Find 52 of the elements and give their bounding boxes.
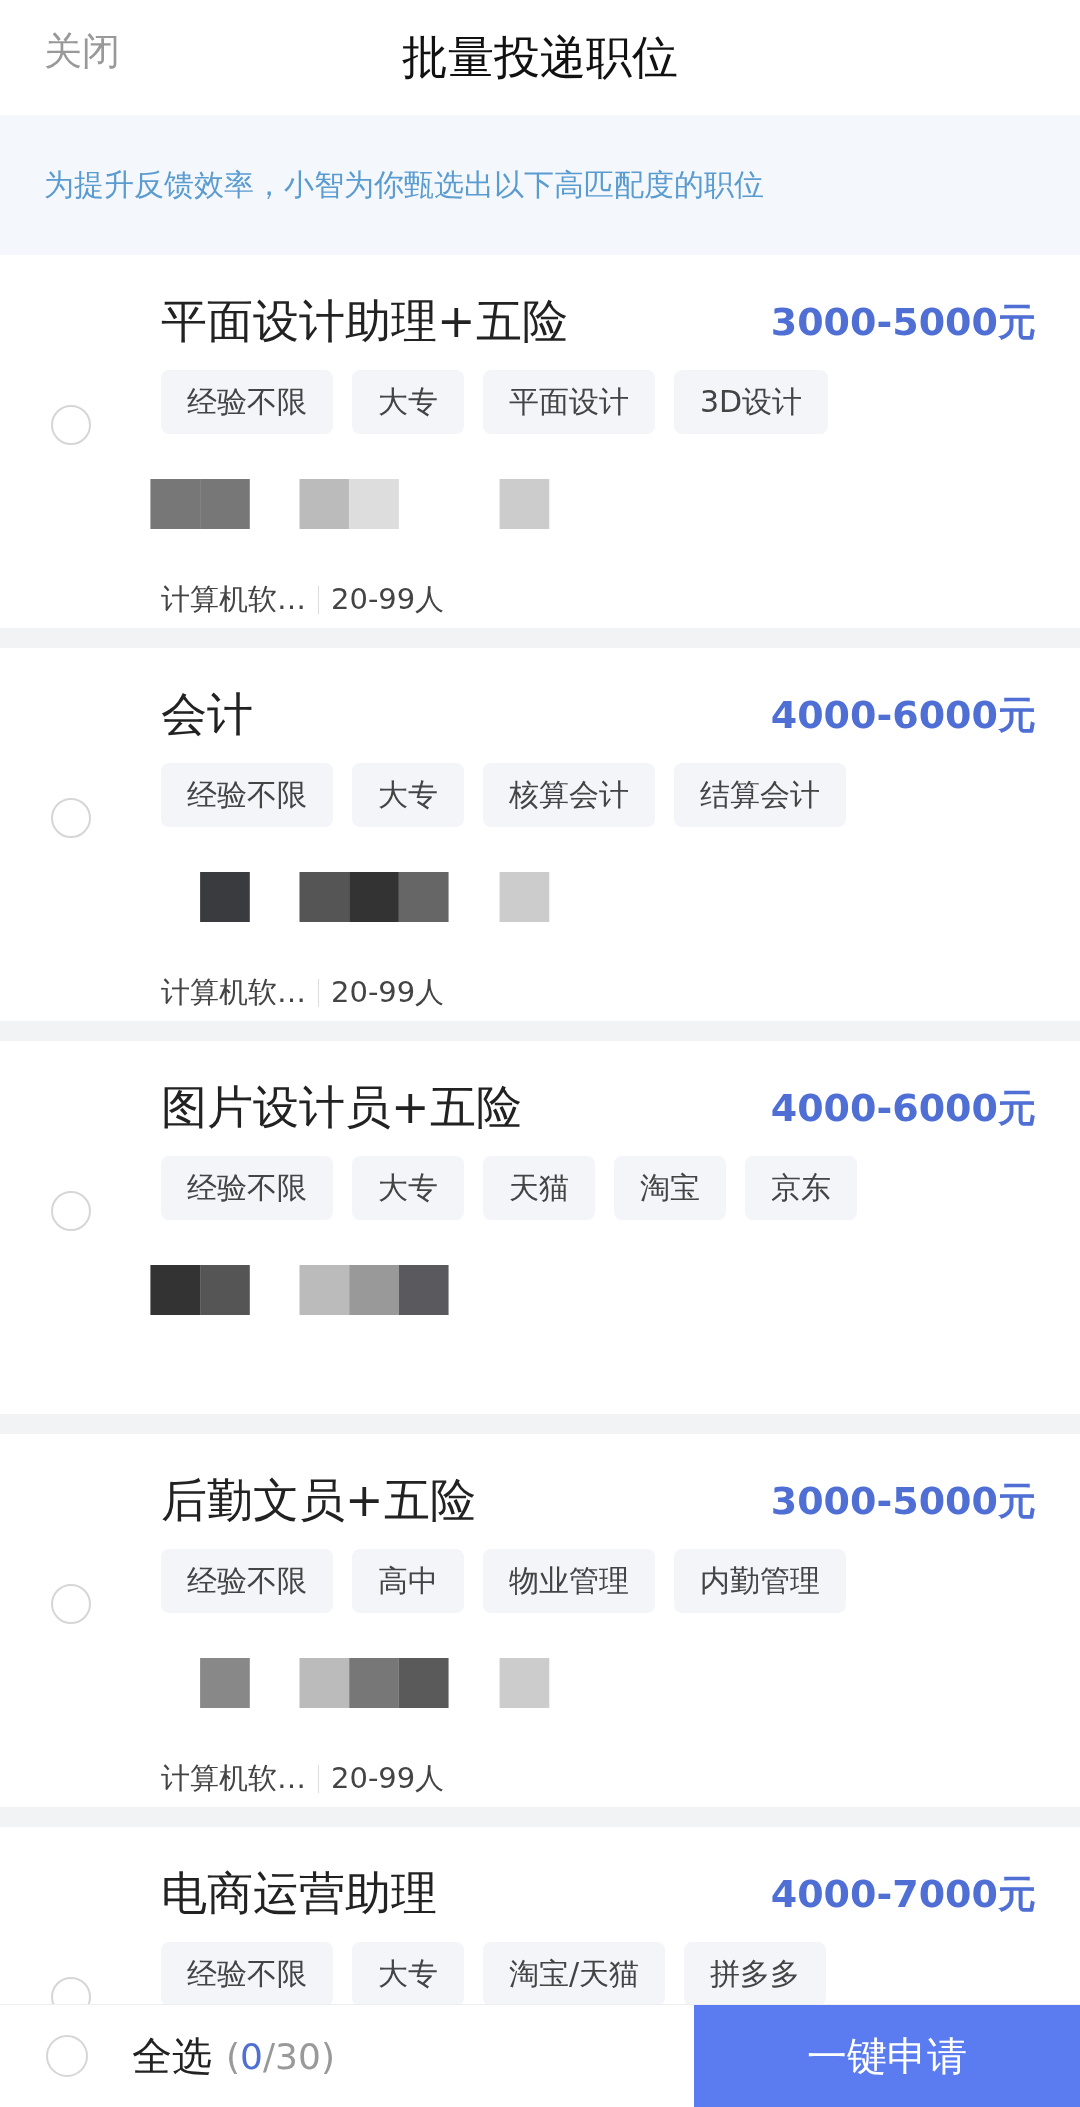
salary: 4000-6000元 — [770, 691, 1036, 739]
job-tag: 大专 — [352, 1156, 464, 1220]
notice-text: 为提升反馈效率，小智为你甄选出以下高匹配度的职位 — [44, 165, 764, 204]
job-tag: 物业管理 — [483, 1549, 655, 1613]
job-tag: 3D设计 — [674, 370, 829, 434]
job-tag: 经验不限 — [161, 1156, 333, 1220]
job-card[interactable]: 后勤文员+五险 3000-5000元 经验不限 高中 物业管理 内勤管理 计算机软… 20-99人 — [0, 1434, 1080, 1807]
job-title: 后勤文员+五险 — [161, 1472, 476, 1529]
selection-count: (0/30) — [226, 2035, 335, 2077]
company-name: 计算机软… — [161, 973, 306, 1011]
job-tag: 大专 — [352, 763, 464, 827]
job-tag: 结算会计 — [674, 763, 846, 827]
company-size: 20-99人 — [331, 1759, 445, 1797]
job-card[interactable]: 图片设计员+五险 4000-6000元 经验不限 大专 天猫 淘宝 京东 — [0, 1041, 1080, 1414]
job-tag: 高中 — [352, 1549, 464, 1613]
job-tag: 拼多多 — [684, 1942, 827, 2004]
job-tag: 内勤管理 — [674, 1549, 846, 1613]
job-tag: 经验不限 — [161, 1549, 333, 1613]
job-tag: 经验不限 — [161, 763, 333, 827]
job-tag: 平面设计 — [483, 370, 655, 434]
job-tag: 经验不限 — [161, 370, 333, 434]
salary: 4000-6000元 — [770, 1084, 1036, 1132]
job-tag: 经验不限 — [161, 1942, 333, 2004]
job-card[interactable]: 电商运营助理 4000-7000元 经验不限 大专 淘宝/天猫 拼多多 — [0, 1827, 1080, 2004]
select-all-label[interactable]: 全选 — [132, 2028, 212, 2084]
job-title: 电商运营助理 — [161, 1865, 437, 1922]
salary: 3000-5000元 — [770, 1477, 1036, 1525]
page-title: 批量投递职位 — [402, 28, 678, 86]
job-tag: 天猫 — [483, 1156, 595, 1220]
company-name: 计算机软… — [161, 1759, 306, 1797]
select-all-radio[interactable] — [46, 2035, 88, 2077]
salary: 3000-5000元 — [770, 298, 1036, 346]
job-card[interactable]: 平面设计助理+五险 3000-5000元 经验不限 大专 平面设计 3D设计 计算机软… 20-99人 — [0, 255, 1080, 628]
company-size: 20-99人 — [331, 973, 445, 1011]
job-tag: 核算会计 — [483, 763, 655, 827]
job-tag: 大专 — [352, 370, 464, 434]
apply-button[interactable]: 一键申请 — [694, 2005, 1080, 2107]
job-tag: 京东 — [745, 1156, 857, 1220]
radio-button[interactable] — [50, 798, 91, 838]
job-tag: 淘宝 — [614, 1156, 726, 1220]
company-name: 计算机软… — [161, 580, 306, 618]
job-tag: 大专 — [352, 1942, 464, 2004]
radio-button[interactable] — [50, 405, 91, 445]
company-size: 20-99人 — [331, 580, 445, 618]
job-title: 平面设计助理+五险 — [161, 293, 568, 350]
radio-button[interactable] — [50, 1584, 91, 1624]
radio-button[interactable] — [50, 1191, 91, 1231]
job-title: 会计 — [161, 686, 253, 743]
salary: 4000-7000元 — [770, 1870, 1036, 1918]
job-card[interactable]: 会计 4000-6000元 经验不限 大专 核算会计 结算会计 计算机软… 20-99人 — [0, 648, 1080, 1021]
job-tag: 淘宝/天猫 — [483, 1942, 666, 2004]
job-title: 图片设计员+五险 — [161, 1079, 522, 1136]
